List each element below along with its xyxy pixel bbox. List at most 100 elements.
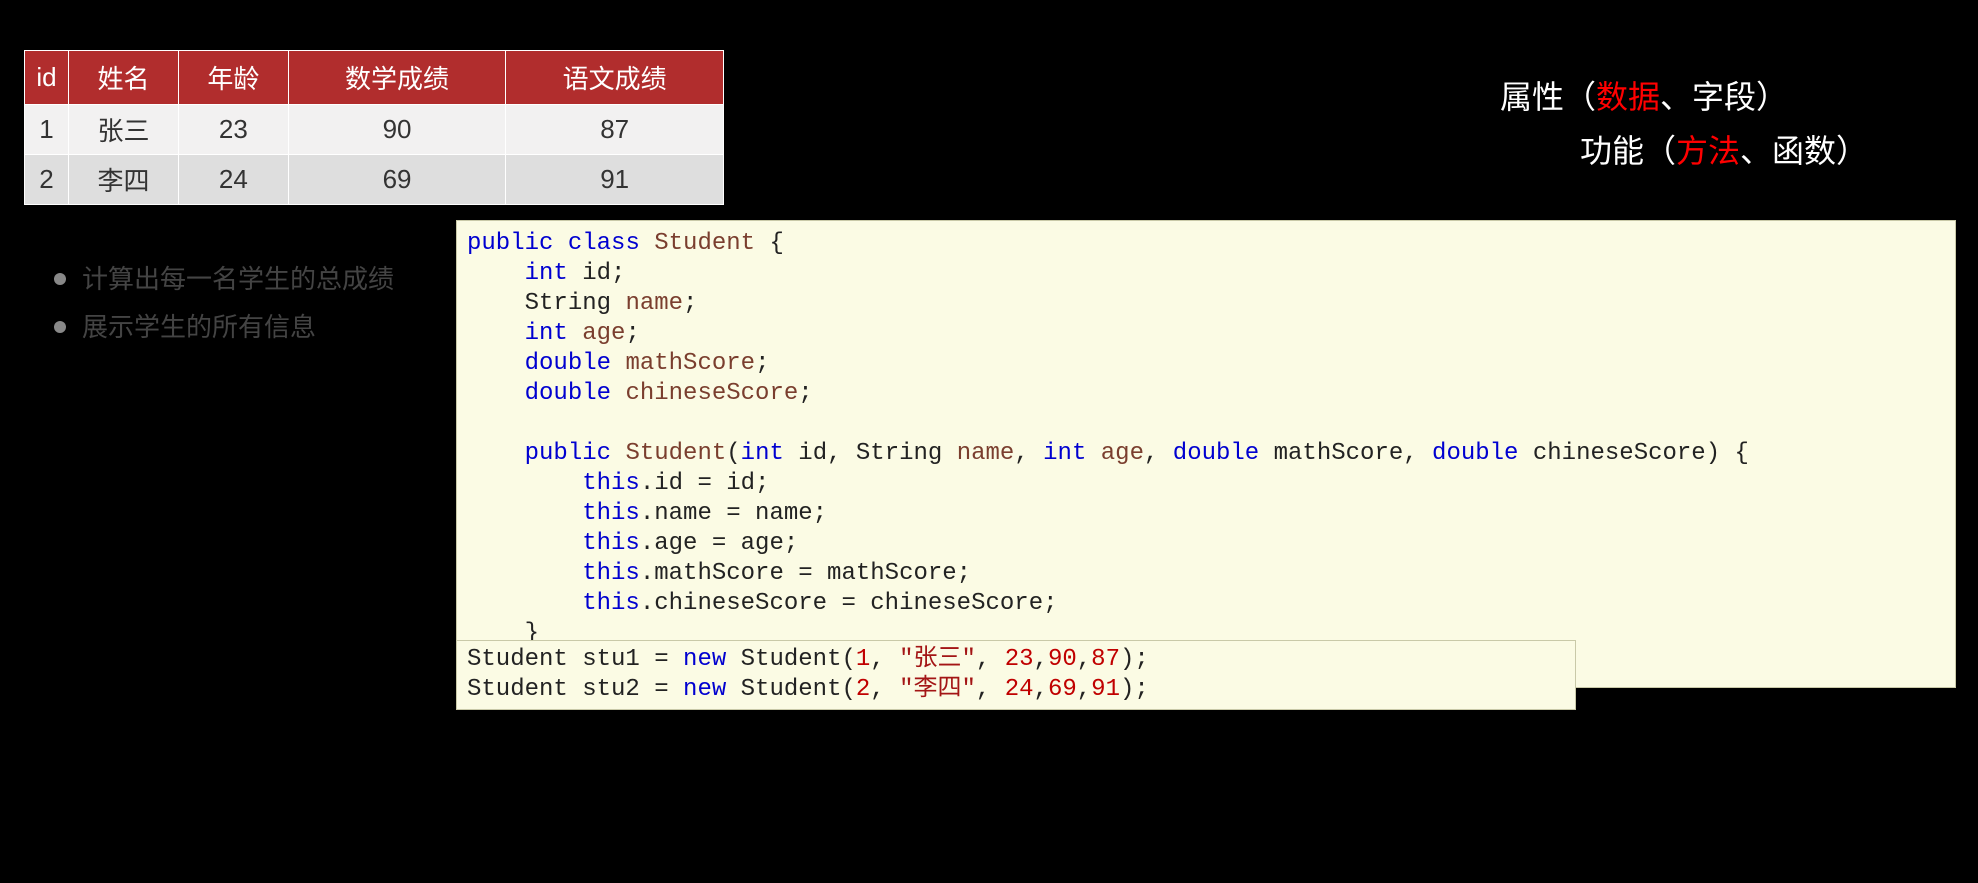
num: 69 — [1048, 676, 1077, 703]
cell-math: 90 — [288, 105, 506, 155]
text: , — [976, 676, 1005, 703]
kw-int: int — [525, 260, 568, 287]
str: "李四" — [899, 676, 976, 703]
kw-int: int — [525, 320, 568, 347]
text: , — [1034, 676, 1048, 703]
text: ( — [726, 440, 740, 467]
class-name: Student — [654, 230, 755, 257]
table-row: 1 张三 23 90 87 — [25, 105, 724, 155]
kw-double: double — [1173, 440, 1259, 467]
table-header-row: id 姓名 年龄 数学成绩 语文成绩 — [25, 51, 724, 105]
num: 90 — [1048, 646, 1077, 673]
th-name: 姓名 — [69, 51, 179, 105]
text: chineseScore) { — [1518, 440, 1748, 467]
cell-age: 24 — [178, 155, 288, 205]
param-name: name — [957, 440, 1015, 467]
kw-int: int — [1043, 440, 1086, 467]
code-block-usage: Student stu1 = new Student(1, "张三", 23,9… — [456, 640, 1576, 710]
kw-double: double — [1432, 440, 1518, 467]
text: Student stu1 = — [467, 646, 683, 673]
student-table: id 姓名 年龄 数学成绩 语文成绩 1 张三 23 90 87 2 李四 — [24, 50, 724, 205]
text: 功能（ — [1580, 133, 1676, 169]
text: ); — [1120, 646, 1149, 673]
kw-this: this — [582, 530, 640, 557]
cell-id: 2 — [25, 155, 69, 205]
text: , — [870, 646, 899, 673]
num: 23 — [1005, 646, 1034, 673]
code-block-class: public class Student { int id; String na… — [456, 220, 1956, 688]
kw-public: public — [525, 440, 611, 467]
text: ; — [755, 350, 769, 377]
concept-text: 属性（数据、字段） 功能（方法、函数） — [1500, 70, 1868, 178]
text: id, String — [784, 440, 957, 467]
text: String — [525, 290, 626, 317]
highlight-method: 方法 — [1676, 133, 1740, 169]
cell-name: 张三 — [69, 105, 179, 155]
text: 、函数） — [1740, 133, 1868, 169]
kw-this: this — [582, 560, 640, 587]
th-chinese: 语文成绩 — [506, 51, 724, 105]
text: 、字段） — [1660, 79, 1788, 115]
text: , — [1077, 676, 1091, 703]
kw-new: new — [683, 646, 726, 673]
text: .age = age; — [640, 530, 798, 557]
kw-this: this — [582, 500, 640, 527]
kw-double: double — [525, 350, 611, 377]
th-id: id — [25, 51, 69, 105]
text: ; — [798, 380, 812, 407]
text: ; — [625, 320, 639, 347]
cell-chinese: 87 — [506, 105, 724, 155]
param-age: age — [1101, 440, 1144, 467]
th-age: 年龄 — [178, 51, 288, 105]
field-math: mathScore — [625, 350, 755, 377]
text: ; — [683, 290, 697, 317]
text — [1086, 440, 1100, 467]
text: , — [1077, 646, 1091, 673]
kw-this: this — [582, 590, 640, 617]
text: 属性（ — [1500, 79, 1596, 115]
field-age: age — [582, 320, 625, 347]
text — [611, 440, 625, 467]
text: Student stu2 = — [467, 676, 683, 703]
cell-id: 1 — [25, 105, 69, 155]
text — [611, 380, 625, 407]
field-name: name — [625, 290, 683, 317]
text: .id = id; — [640, 470, 770, 497]
text: , — [1144, 440, 1173, 467]
th-math: 数学成绩 — [288, 51, 506, 105]
kw-public: public — [467, 230, 553, 257]
text: mathScore, — [1259, 440, 1432, 467]
highlight-data: 数据 — [1596, 79, 1660, 115]
num: 2 — [856, 676, 870, 703]
text: Student( — [726, 676, 856, 703]
text: { — [755, 230, 784, 257]
str: "张三" — [899, 646, 976, 673]
text: id; — [568, 260, 626, 287]
text: , — [870, 676, 899, 703]
text: , — [976, 646, 1005, 673]
text: Student( — [726, 646, 856, 673]
task-label: 计算出每一名学生的总成绩 — [82, 264, 394, 294]
text — [611, 350, 625, 377]
num: 24 — [1005, 676, 1034, 703]
num: 87 — [1091, 646, 1120, 673]
kw-new: new — [683, 676, 726, 703]
text — [568, 320, 582, 347]
cell-math: 69 — [288, 155, 506, 205]
table-row: 2 李四 24 69 91 — [25, 155, 724, 205]
concept-line-methods: 功能（方法、函数） — [1500, 124, 1868, 178]
text: , — [1014, 440, 1043, 467]
field-chinese: chineseScore — [625, 380, 798, 407]
kw-class: class — [568, 230, 640, 257]
cell-age: 23 — [178, 105, 288, 155]
text: ); — [1120, 676, 1149, 703]
num: 1 — [856, 646, 870, 673]
task-label: 展示学生的所有信息 — [82, 312, 316, 342]
kw-int: int — [741, 440, 784, 467]
text: , — [1034, 646, 1048, 673]
kw-double: double — [525, 380, 611, 407]
kw-this: this — [582, 470, 640, 497]
ctor-name: Student — [625, 440, 726, 467]
cell-name: 李四 — [69, 155, 179, 205]
num: 91 — [1091, 676, 1120, 703]
